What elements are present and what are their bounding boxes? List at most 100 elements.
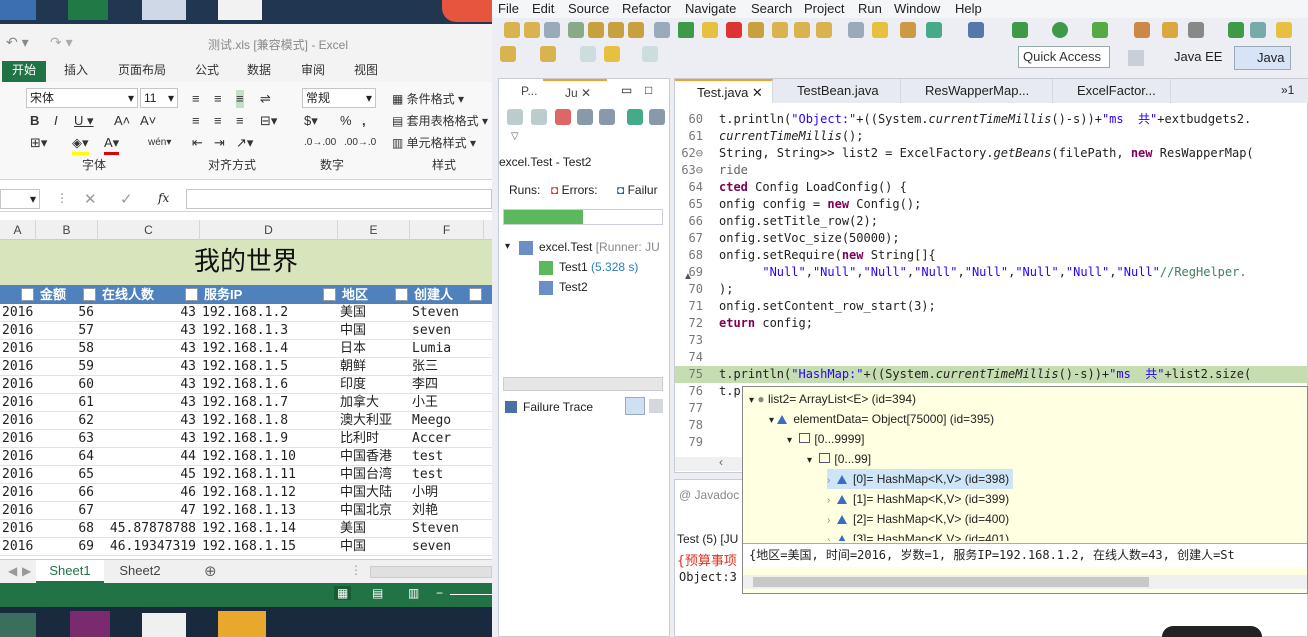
taskbar-app-icon[interactable] — [0, 613, 36, 637]
table-cell[interactable]: 46 — [100, 484, 198, 502]
table-cell[interactable]: 小明 — [412, 484, 482, 502]
open-perspective-icon[interactable] — [1128, 50, 1144, 66]
toolbar-icon[interactable] — [926, 22, 942, 38]
compare-icon[interactable] — [649, 399, 663, 413]
table-cell[interactable]: 2016 — [2, 502, 34, 520]
step-over-icon[interactable] — [794, 22, 810, 38]
tab-insert[interactable]: 插入 — [54, 61, 98, 82]
menu-file[interactable]: File — [498, 1, 519, 16]
filter-dropdown-icon[interactable] — [83, 288, 96, 301]
table-cell[interactable]: 张三 — [412, 358, 482, 376]
font-size-select[interactable]: 11 ▾ — [140, 88, 178, 108]
col-header-c[interactable]: C — [98, 220, 200, 240]
table-cell[interactable]: 66 — [38, 484, 96, 502]
redo-icon[interactable]: ↷ ▾ — [50, 34, 73, 51]
table-cell[interactable]: 澳大利亚 — [340, 412, 408, 430]
table-cell[interactable]: 69 — [38, 538, 96, 556]
table-cell[interactable]: 中国大陆 — [340, 484, 408, 502]
table-cell[interactable]: 43 — [100, 376, 198, 394]
conditional-format-button[interactable]: ▦ 条件格式 ▾ — [392, 90, 464, 108]
table-row[interactable]: 2016 66 46 192.168.1.12 中国大陆 小明 — [0, 484, 492, 502]
table-cell[interactable]: 美国 — [340, 520, 408, 538]
tab-junit[interactable]: Ju ✕ — [543, 79, 607, 103]
forward-icon[interactable] — [604, 46, 620, 62]
test-item-test1[interactable]: Test1 (5.328 s) — [559, 260, 638, 274]
tab-view[interactable]: 视图 — [344, 61, 388, 82]
sheet-tab-sheet2[interactable]: Sheet2 — [108, 560, 172, 583]
prev-sheet-icon[interactable]: ◀ — [8, 564, 17, 578]
col-header-b[interactable]: B — [36, 220, 98, 240]
bold-button[interactable]: B — [30, 112, 39, 130]
table-cell[interactable]: 43 — [100, 358, 198, 376]
table-row[interactable]: 2016 62 43 192.168.1.8 澳大利亚 Meego — [0, 412, 492, 430]
history-icon[interactable] — [649, 109, 665, 125]
table-cell[interactable]: Steven — [412, 304, 482, 322]
table-cell[interactable]: seven — [412, 322, 482, 340]
table-cell[interactable]: 62 — [38, 412, 96, 430]
menu-search[interactable]: Search — [751, 1, 792, 16]
editor-tab-testbean[interactable]: TestBean.java — [775, 79, 901, 103]
decrease-font-icon[interactable]: A˅ — [140, 112, 156, 130]
table-cell[interactable]: 2016 — [2, 466, 34, 484]
new-java-class-icon[interactable] — [1134, 22, 1150, 38]
collapse-icon[interactable]: ▾ — [505, 241, 510, 252]
toolbar-icon[interactable] — [1188, 22, 1204, 38]
table-cell[interactable]: 60 — [38, 376, 96, 394]
table-cell[interactable]: Lumia — [412, 340, 482, 358]
increase-indent-icon[interactable]: ⇥ — [214, 134, 225, 152]
cell-styles-button[interactable]: ▥ 单元格样式 ▾ — [392, 134, 476, 152]
table-cell[interactable]: seven — [412, 538, 482, 556]
step-into-icon[interactable] — [504, 22, 520, 38]
view-menu-icon[interactable]: ▽ — [511, 131, 519, 142]
scroll-lock-icon[interactable] — [577, 109, 593, 125]
table-cell[interactable]: 192.168.1.10 — [202, 448, 336, 466]
filter-dropdown-icon[interactable] — [21, 288, 34, 301]
toolbar-icon[interactable] — [568, 22, 584, 38]
table-cell[interactable]: 64 — [38, 448, 96, 466]
tree-node-list2[interactable]: ▾ ● list2= ArrayList<E> (id=394) — [749, 389, 916, 409]
table-cell[interactable]: 比利时 — [340, 430, 408, 448]
fill-color-icon[interactable]: ◈▾ — [72, 134, 89, 155]
table-cell[interactable]: 44 — [100, 448, 198, 466]
weibo-icon[interactable] — [442, 0, 492, 22]
zoom-out-icon[interactable]: − — [436, 586, 443, 600]
orientation-icon[interactable]: ↗▾ — [236, 134, 253, 152]
tab-home[interactable]: 开始 — [2, 61, 47, 82]
tab-formulas[interactable]: 公式 — [185, 61, 229, 82]
desktop-app-icon[interactable] — [0, 0, 36, 20]
normal-view-icon[interactable]: ▦ — [334, 586, 352, 600]
border-icon[interactable]: ⊞▾ — [30, 134, 47, 152]
table-cell[interactable]: 2016 — [2, 448, 34, 466]
table-row[interactable]: 2016 60 43 192.168.1.6 印度 李四 — [0, 376, 492, 394]
menu-window[interactable]: Window — [894, 1, 940, 16]
decrease-indent-icon[interactable]: ⇤ — [192, 134, 203, 152]
table-cell[interactable]: 45 — [100, 466, 198, 484]
table-cell[interactable]: 43 — [100, 322, 198, 340]
align-middle-icon[interactable]: ≡ — [214, 90, 222, 108]
table-cell[interactable]: 中国 — [340, 322, 408, 340]
align-top-icon[interactable]: ≡ — [192, 90, 200, 108]
col-header-d[interactable]: D — [200, 220, 338, 240]
table-row[interactable]: 2016 65 45 192.168.1.11 中国台湾 test — [0, 466, 492, 484]
table-cell[interactable]: 43 — [100, 394, 198, 412]
horizontal-scrollbar[interactable] — [370, 566, 492, 578]
tab-package-explorer[interactable]: P... — [499, 79, 543, 103]
table-cell[interactable]: test — [412, 466, 482, 484]
debug-icon[interactable] — [1012, 22, 1028, 38]
menu-edit[interactable]: Edit — [532, 1, 554, 16]
decrease-decimal-icon[interactable]: .00→.0 — [344, 134, 376, 152]
percent-icon[interactable]: % — [340, 112, 352, 130]
quick-access-field[interactable]: Quick Access — [1018, 46, 1110, 68]
external-tools-icon[interactable] — [1092, 22, 1108, 38]
zoom-slider[interactable] — [450, 594, 492, 595]
table-cell[interactable]: 刘艳 — [412, 502, 482, 520]
more-tabs-indicator[interactable]: »1 — [1281, 83, 1294, 97]
table-cell[interactable]: 192.168.1.13 — [202, 502, 336, 520]
step-into-icon[interactable] — [772, 22, 788, 38]
merge-icon[interactable]: ⊟▾ — [260, 112, 277, 130]
col-header-e[interactable]: E — [338, 220, 410, 240]
table-cell[interactable]: 2016 — [2, 538, 34, 556]
editor-tab-excelfactory[interactable]: ExcelFactor... — [1055, 79, 1171, 103]
editor-tab-reswappermap[interactable]: ResWapperMap... — [903, 79, 1053, 103]
table-cell[interactable]: 43 — [100, 304, 198, 322]
